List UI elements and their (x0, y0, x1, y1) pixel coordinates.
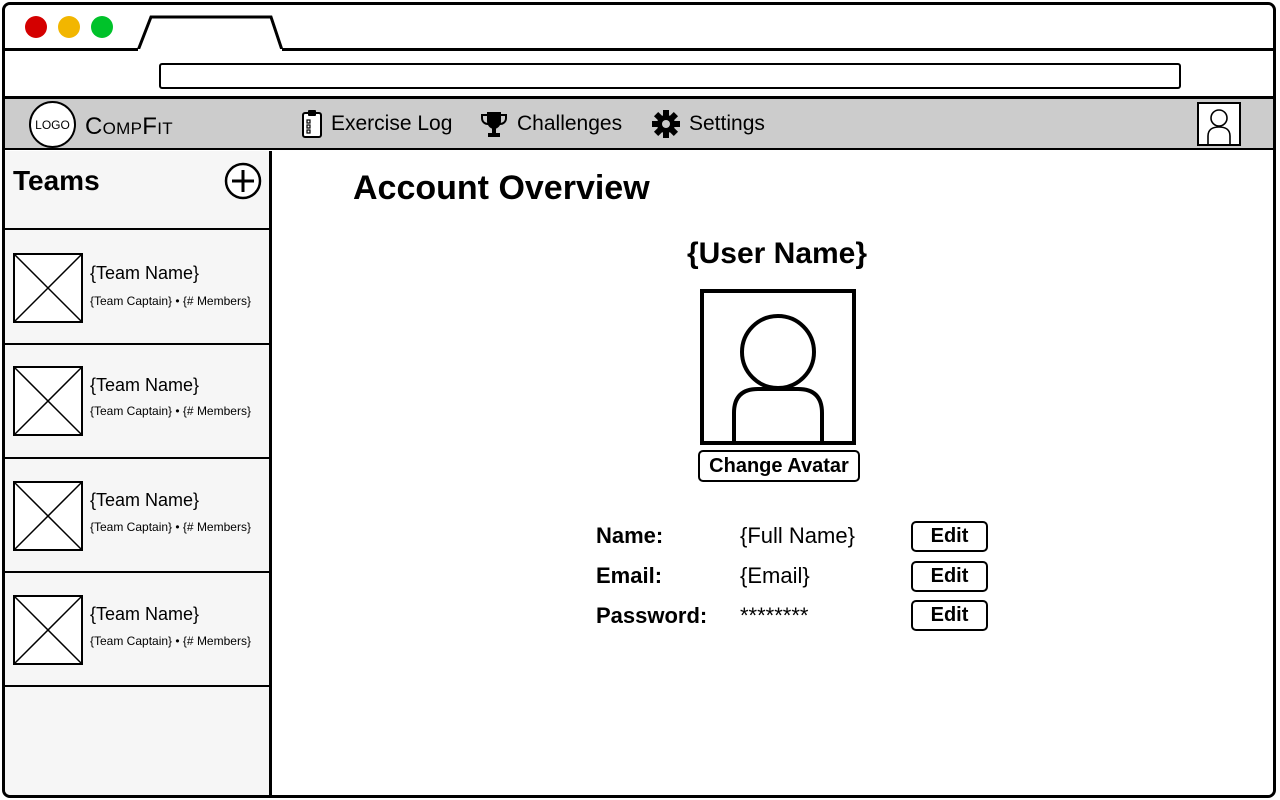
nav-challenges-label: Challenges (517, 112, 623, 135)
profile-avatar (700, 289, 856, 445)
user-account-button[interactable] (1197, 102, 1241, 146)
team-image-placeholder (13, 366, 83, 436)
team-image-placeholder (13, 481, 83, 551)
title-bar (5, 5, 1273, 53)
nav-settings[interactable]: Settings (651, 107, 765, 141)
name-label: Name: (596, 523, 664, 548)
sidebar-header: Teams (5, 151, 269, 230)
user-avatar-icon (1207, 109, 1231, 144)
team-name: {Team Name} (90, 375, 200, 395)
close-window-button[interactable] (25, 16, 47, 38)
password-label: Password: (596, 603, 708, 628)
nav-settings-label: Settings (689, 112, 765, 135)
team-image-placeholder (13, 595, 83, 665)
edit-name-button[interactable]: Edit (911, 521, 988, 552)
team-meta: {Team Captain} • {# Members} (90, 294, 251, 308)
nav-exercise-log-label: Exercise Log (331, 112, 453, 135)
trophy-icon (481, 112, 507, 137)
password-value: ******** (740, 603, 809, 628)
team-list-item[interactable]: {Team Name} {Team Captain} • {# Members} (5, 232, 269, 345)
team-list-item[interactable]: {Team Name} {Team Captain} • {# Members} (5, 573, 269, 687)
url-bar[interactable] (159, 63, 1181, 89)
email-value: {Email} (740, 563, 810, 588)
add-team-button[interactable] (224, 162, 262, 200)
brand-name[interactable]: CompFit (85, 113, 173, 141)
team-list-item[interactable]: {Team Name} {Team Captain} • {# Members} (5, 345, 269, 459)
team-list-item[interactable]: {Team Name} {Team Captain} • {# Members} (5, 459, 269, 573)
team-meta: {Team Captain} • {# Members} (90, 404, 251, 418)
logo[interactable]: LOGO (29, 101, 76, 148)
teams-title: Teams (13, 165, 100, 196)
user-avatar-icon (732, 314, 824, 443)
change-avatar-button[interactable]: Change Avatar (698, 450, 860, 482)
email-label: Email: (596, 563, 663, 588)
app-navbar: LOGO CompFit Exercise Log Challenges Set… (5, 99, 1273, 150)
team-image-placeholder (13, 253, 83, 323)
team-meta: {Team Captain} • {# Members} (90, 634, 251, 648)
name-value: {Full Name} (740, 523, 855, 548)
team-meta: {Team Captain} • {# Members} (90, 520, 251, 534)
account-overview-panel: Account Overview {User Name} Change Avat… (272, 151, 1273, 795)
edit-password-button[interactable]: Edit (911, 600, 988, 631)
browser-window: LOGO CompFit Exercise Log Challenges Set… (2, 2, 1276, 798)
page-title: Account Overview (353, 169, 650, 207)
team-name: {Team Name} (90, 263, 200, 283)
browser-tab[interactable] (135, 13, 285, 53)
user-name-heading: {User Name} (686, 237, 868, 270)
nav-exercise-log[interactable]: Exercise Log (301, 107, 452, 141)
nav-challenges[interactable]: Challenges (479, 107, 622, 141)
edit-email-button[interactable]: Edit (911, 561, 988, 592)
maximize-window-button[interactable] (91, 16, 113, 38)
address-bar-row (5, 51, 1273, 99)
minimize-window-button[interactable] (58, 16, 80, 38)
clipboard-icon (302, 110, 322, 138)
teams-sidebar: Teams {Team Name} {Team Captain} • {# Me… (5, 151, 272, 795)
gear-icon (652, 110, 680, 138)
team-name: {Team Name} (90, 604, 200, 624)
team-name: {Team Name} (90, 490, 200, 510)
